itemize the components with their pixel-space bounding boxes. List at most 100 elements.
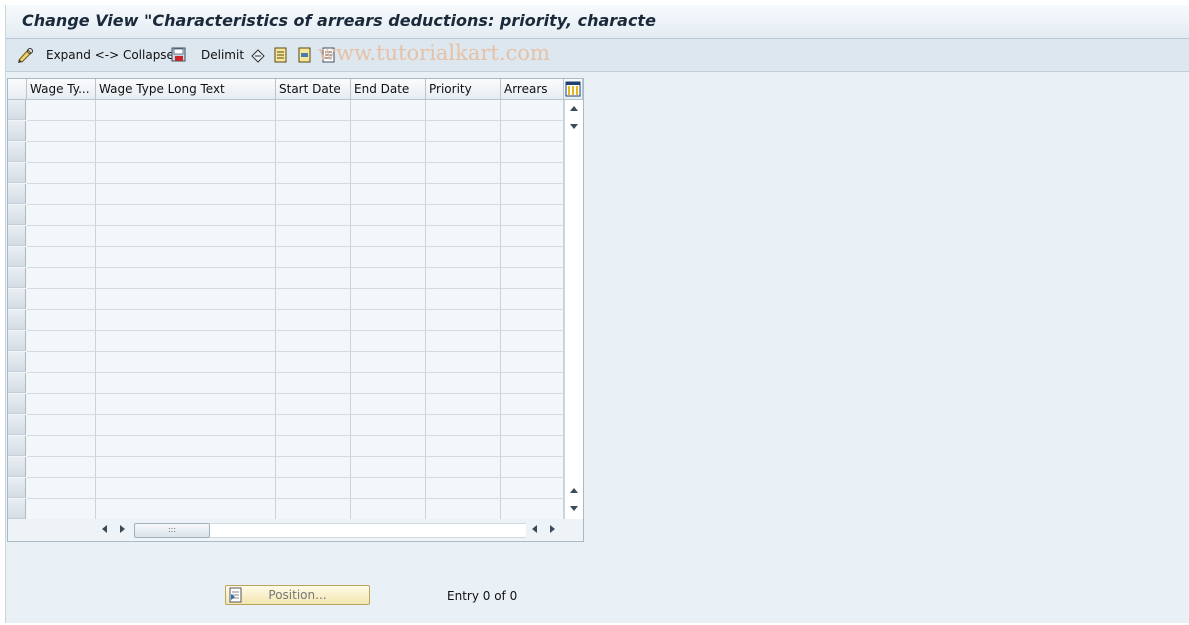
table-cell[interactable]	[351, 331, 426, 352]
table-cell[interactable]	[276, 310, 351, 331]
table-cell[interactable]	[96, 415, 276, 436]
table-cell[interactable]	[96, 205, 276, 226]
table-cell[interactable]	[27, 163, 96, 184]
table-cell[interactable]	[426, 373, 501, 394]
table-cell[interactable]	[426, 142, 501, 163]
table-cell[interactable]	[351, 478, 426, 499]
table-cell[interactable]	[351, 226, 426, 247]
table-cell[interactable]	[96, 373, 276, 394]
table-cell[interactable]	[276, 184, 351, 205]
table-cell[interactable]	[276, 121, 351, 142]
table-cell[interactable]	[426, 226, 501, 247]
table-cell[interactable]	[501, 205, 564, 226]
scroll-far-left-arrow[interactable]	[532, 525, 537, 533]
vertical-scrollbar[interactable]	[564, 100, 583, 519]
table-cell[interactable]	[276, 205, 351, 226]
table-cell[interactable]	[501, 226, 564, 247]
table-cell[interactable]	[96, 331, 276, 352]
row-selector[interactable]	[8, 205, 26, 225]
table-cell[interactable]	[426, 163, 501, 184]
table-cell[interactable]	[426, 289, 501, 310]
table-cell[interactable]	[96, 352, 276, 373]
table-cell[interactable]	[96, 100, 276, 121]
table-cell[interactable]	[276, 289, 351, 310]
table-cell[interactable]	[27, 142, 96, 163]
table-cell[interactable]	[96, 226, 276, 247]
table-cell[interactable]	[276, 100, 351, 121]
table-cell[interactable]	[276, 478, 351, 499]
table-cell[interactable]	[96, 142, 276, 163]
column-header-wage-type-long-text[interactable]: Wage Type Long Text	[96, 79, 276, 100]
scroll-left-arrow[interactable]	[102, 525, 107, 533]
save-button[interactable]	[171, 45, 187, 65]
table-cell[interactable]	[426, 247, 501, 268]
table-cell[interactable]	[27, 289, 96, 310]
table-cell[interactable]	[27, 373, 96, 394]
table-cell[interactable]	[501, 247, 564, 268]
table-cell[interactable]	[96, 499, 276, 520]
table-cell[interactable]	[27, 184, 96, 205]
table-cell[interactable]	[351, 184, 426, 205]
table-cell[interactable]	[27, 499, 96, 520]
table-cell[interactable]	[426, 499, 501, 520]
table-cell[interactable]	[426, 331, 501, 352]
table-cell[interactable]	[27, 352, 96, 373]
table-cell[interactable]	[27, 121, 96, 142]
horizontal-scroll-track[interactable]	[210, 523, 526, 538]
table-cell[interactable]	[27, 247, 96, 268]
table-cell[interactable]	[27, 478, 96, 499]
row-selector[interactable]	[8, 142, 26, 162]
table-cell[interactable]	[351, 352, 426, 373]
table-cell[interactable]	[501, 310, 564, 331]
row-selector[interactable]	[8, 100, 26, 120]
table-cell[interactable]	[27, 331, 96, 352]
table-cell[interactable]	[276, 394, 351, 415]
table-cell[interactable]	[351, 205, 426, 226]
column-header-arrears[interactable]: Arrears	[501, 79, 564, 100]
table-cell[interactable]	[351, 268, 426, 289]
select-block-button[interactable]	[297, 45, 313, 65]
row-selector[interactable]	[8, 415, 26, 435]
table-cell[interactable]	[501, 394, 564, 415]
table-cell[interactable]	[96, 457, 276, 478]
table-cell[interactable]	[426, 184, 501, 205]
table-cell[interactable]	[27, 457, 96, 478]
table-cell[interactable]	[27, 310, 96, 331]
table-cell[interactable]	[351, 415, 426, 436]
table-cell[interactable]	[501, 457, 564, 478]
table-cell[interactable]	[426, 457, 501, 478]
table-cell[interactable]	[276, 499, 351, 520]
table-cell[interactable]	[426, 121, 501, 142]
table-cell[interactable]	[351, 163, 426, 184]
row-selector[interactable]	[8, 394, 26, 414]
table-cell[interactable]	[96, 394, 276, 415]
table-cell[interactable]	[96, 268, 276, 289]
scroll-page-down-arrow[interactable]	[570, 506, 578, 511]
select-all-rows-corner[interactable]	[8, 79, 27, 100]
table-cell[interactable]	[501, 331, 564, 352]
row-selector[interactable]	[8, 226, 26, 246]
table-cell[interactable]	[351, 499, 426, 520]
row-selector[interactable]	[8, 352, 26, 372]
table-cell[interactable]	[426, 352, 501, 373]
row-selector[interactable]	[8, 268, 26, 288]
table-cell[interactable]	[351, 457, 426, 478]
table-cell[interactable]	[501, 163, 564, 184]
table-cell[interactable]	[501, 142, 564, 163]
table-cell[interactable]	[96, 289, 276, 310]
table-cell[interactable]	[276, 415, 351, 436]
table-cell[interactable]	[501, 436, 564, 457]
table-cell[interactable]	[351, 310, 426, 331]
table-cell[interactable]	[27, 100, 96, 121]
table-cell[interactable]	[276, 352, 351, 373]
table-cell[interactable]	[276, 331, 351, 352]
table-cell[interactable]	[501, 415, 564, 436]
horizontal-scroll-thumb[interactable]: :::	[134, 523, 210, 538]
column-header-end-date[interactable]: End Date	[351, 79, 426, 100]
table-cell[interactable]	[426, 100, 501, 121]
column-header-wage-type[interactable]: Wage Ty...	[27, 79, 96, 100]
table-cell[interactable]	[351, 394, 426, 415]
table-cell[interactable]	[96, 310, 276, 331]
table-cell[interactable]	[426, 478, 501, 499]
table-cell[interactable]	[351, 247, 426, 268]
